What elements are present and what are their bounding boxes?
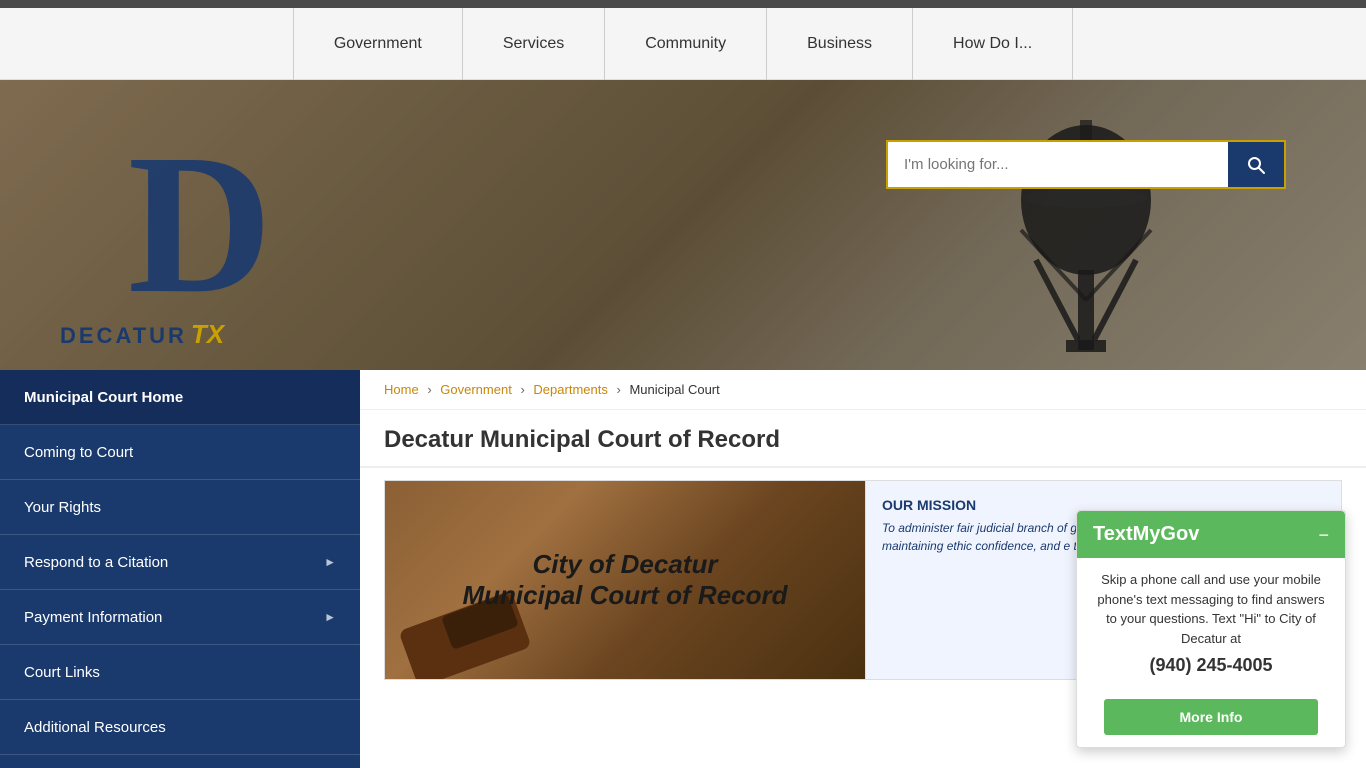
search-box [886, 140, 1286, 189]
logo-text: DECATUR TX [60, 319, 224, 350]
search-input[interactable] [888, 142, 1228, 187]
logo-letter: D [128, 125, 272, 325]
sidebar-label-respond-citation: Respond to a Citation [24, 554, 168, 571]
page-title: Decatur Municipal Court of Record [360, 410, 1366, 468]
logo-state: TX [191, 319, 224, 350]
court-image-line1: City of Decatur [533, 549, 718, 579]
breadcrumb-sep-3: › [616, 382, 620, 397]
breadcrumb: Home › Government › Departments › Munici… [360, 370, 1366, 410]
textmygov-title: TextMyGov [1093, 523, 1199, 546]
sidebar-item-payment-info[interactable]: Payment Information ► [0, 590, 360, 645]
main-nav: Government Services Community Business H… [293, 8, 1073, 80]
nav-item-business[interactable]: Business [767, 8, 913, 80]
arrow-icon-payment: ► [324, 610, 336, 624]
nav-item-howdoi[interactable]: How Do I... [913, 8, 1073, 80]
nav-item-community[interactable]: Community [605, 8, 767, 80]
logo-container: D [60, 100, 340, 350]
court-image-line2: Municipal Court of Record [463, 580, 788, 610]
sidebar-label-additional-resources: Additional Resources [24, 719, 166, 736]
hero-banner: D DECATUR TX [0, 80, 1366, 370]
textmygov-body: Skip a phone call and use your mobile ph… [1077, 558, 1345, 691]
sidebar-label-payment-info: Payment Information [24, 609, 162, 626]
nav-item-government[interactable]: Government [293, 8, 463, 80]
water-tower-icon [1006, 100, 1166, 360]
breadcrumb-sep-2: › [520, 382, 524, 397]
sidebar-label-court-home: Municipal Court Home [24, 389, 183, 406]
logo-city: DECATUR [60, 323, 187, 349]
textmygov-phone: (940) 245-4005 [1093, 652, 1329, 679]
breadcrumb-departments[interactable]: Departments [533, 382, 607, 397]
sidebar-item-your-rights[interactable]: Your Rights [0, 480, 360, 535]
textmygov-widget: TextMyGov − Skip a phone call and use yo… [1076, 510, 1346, 748]
nav-item-services[interactable]: Services [463, 8, 605, 80]
breadcrumb-government[interactable]: Government [440, 382, 512, 397]
breadcrumb-home[interactable]: Home [384, 382, 419, 397]
search-button[interactable] [1228, 142, 1284, 187]
sidebar-label-court-links: Court Links [24, 664, 100, 681]
court-image-left: City of Decatur Municipal Court of Recor… [385, 481, 865, 679]
breadcrumb-current: Municipal Court [629, 382, 719, 397]
textmygov-close-button[interactable]: − [1318, 526, 1329, 544]
sidebar-item-respond-citation[interactable]: Respond to a Citation ► [0, 535, 360, 590]
textmygov-description: Skip a phone call and use your mobile ph… [1097, 572, 1324, 646]
arrow-icon-respond: ► [324, 555, 336, 569]
more-info-button[interactable]: More Info [1104, 699, 1318, 735]
nav-bar: Government Services Community Business H… [0, 8, 1366, 80]
sidebar: Municipal Court Home Coming to Court You… [0, 370, 360, 768]
search-icon [1246, 155, 1266, 175]
sidebar-label-your-rights: Your Rights [24, 499, 101, 516]
sidebar-label-coming-to-court: Coming to Court [24, 444, 133, 461]
textmygov-header: TextMyGov − [1077, 511, 1345, 558]
sidebar-item-court-links[interactable]: Court Links [0, 645, 360, 700]
sidebar-item-additional-resources[interactable]: Additional Resources [0, 700, 360, 755]
sidebar-item-court-home[interactable]: Municipal Court Home [0, 370, 360, 425]
breadcrumb-sep-1: › [427, 382, 431, 397]
court-image-text: City of Decatur Municipal Court of Recor… [453, 539, 798, 621]
sidebar-item-coming-to-court[interactable]: Coming to Court [0, 425, 360, 480]
